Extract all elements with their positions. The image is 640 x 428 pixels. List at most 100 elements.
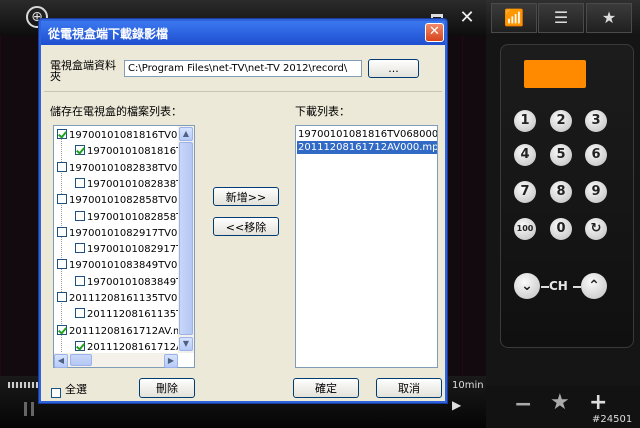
tree-item-checkbox[interactable] xyxy=(57,259,67,270)
browse-button[interactable]: ... xyxy=(368,59,419,78)
key-4[interactable]: 4 xyxy=(514,144,536,166)
tree-item[interactable]: 19700101083849TV018 xyxy=(57,259,190,272)
tree-hscroll-thumb[interactable] xyxy=(70,354,92,366)
tree-item-checkbox[interactable] xyxy=(57,129,67,139)
tree-item-checkbox[interactable] xyxy=(57,161,67,172)
tree-item-checkbox[interactable] xyxy=(75,210,85,221)
key-2[interactable]: 2 xyxy=(550,110,572,132)
tree-item-checkbox[interactable] xyxy=(75,177,85,188)
player-close-icon[interactable]: ✕ xyxy=(457,6,477,30)
path-field[interactable]: C:\Program Files\net-TV\net-TV 2012\reco… xyxy=(124,60,362,77)
tree-item-checkbox[interactable] xyxy=(75,243,85,254)
tree-item-label: 20111208161135TV xyxy=(87,309,190,321)
plus-button[interactable]: + xyxy=(589,390,607,415)
favorite-star-button[interactable]: ★ xyxy=(550,390,570,415)
tree-subitem[interactable]: 20111208161135TV xyxy=(75,308,189,321)
tree-item-label: 20111208161712AV.mp xyxy=(69,325,190,337)
tree-subitem[interactable]: 19700101082838TV xyxy=(75,177,190,191)
tree-item[interactable]: 19700101082917TV058 xyxy=(57,226,191,240)
tree-subitem[interactable]: 20111208161712AV xyxy=(75,340,190,354)
scroll-right-icon[interactable]: ▶ xyxy=(164,354,178,368)
tree-item-label: 19700101082858TV058 xyxy=(69,195,191,207)
key-0[interactable]: 0 xyxy=(550,218,572,240)
tree-item-checkbox[interactable] xyxy=(57,194,67,205)
remote-signal-icon: 📶 xyxy=(504,8,524,27)
separator xyxy=(44,91,442,92)
star-icon: ★ xyxy=(601,8,617,27)
tree-subitem[interactable]: 19700101081816TV xyxy=(75,145,189,158)
download-list-item[interactable]: 20111208161712AV000.mp4 xyxy=(297,141,437,154)
download-list[interactable]: 19700101081816TV068000.m 20111208161712AV… xyxy=(295,125,438,368)
key-3[interactable]: 3 xyxy=(585,110,607,132)
tree-item-checkbox[interactable] xyxy=(57,226,67,237)
delete-button[interactable]: 刪除 xyxy=(139,378,195,398)
tree-subitem[interactable]: 19700101082858TV xyxy=(75,210,190,224)
tree-item-label: 19700101083849TV018 xyxy=(69,260,191,272)
tree-item-checkbox[interactable] xyxy=(75,308,85,319)
dialog-close-button[interactable]: ✕ xyxy=(425,23,444,42)
key-1[interactable]: 1 xyxy=(514,110,536,132)
select-all-checkbox[interactable] xyxy=(51,388,61,398)
tree-item-label: 19700101082917TV058 xyxy=(69,227,191,239)
channel-up-button[interactable]: ⌃ xyxy=(581,273,607,299)
remove-button[interactable]: <<移除 xyxy=(213,217,279,236)
minus-button[interactable]: − xyxy=(514,392,532,417)
key-7[interactable]: 7 xyxy=(514,181,536,203)
add-button[interactable]: 新增>> xyxy=(213,187,279,206)
tree-item-label: 19700101083849TV xyxy=(87,276,190,288)
signal-strength-icon xyxy=(8,382,38,388)
ch-dash-right xyxy=(573,286,581,288)
tree-item-checkbox[interactable] xyxy=(57,292,67,302)
watermark: #24501 xyxy=(592,414,633,425)
tree-item-checkbox[interactable] xyxy=(75,340,85,351)
dialog-title: 從電視盒端下載錄影檔 xyxy=(48,27,169,41)
tree-item-label: 19700101081816TV068 xyxy=(69,130,191,141)
duration-label: 10min xyxy=(452,380,484,391)
tree-item[interactable]: 19700101082838TV058 xyxy=(57,161,191,175)
box-file-tree[interactable]: 19700101081816TV068 19700101081816TV 19700… xyxy=(53,125,195,368)
tree-item[interactable]: 20111208161135TV054 xyxy=(57,292,190,305)
tree-item-checkbox[interactable] xyxy=(57,324,67,335)
tree-subitem[interactable]: 19700101083849TV xyxy=(75,275,190,289)
box-file-list-label: 儲存在電視盒的檔案列表： xyxy=(50,105,182,118)
tree-item-label: 20111208161712AV xyxy=(87,341,190,353)
list-icon: ☰ xyxy=(553,8,569,27)
path-label: 電視盒端資料夾 xyxy=(50,59,116,83)
channel-label: CH xyxy=(549,279,568,293)
key-6[interactable]: 6 xyxy=(585,144,607,166)
scroll-left-icon[interactable]: ◀ xyxy=(54,354,68,368)
tree-item-label: 19700101082838TV058 xyxy=(69,162,191,174)
key-9[interactable]: 9 xyxy=(585,181,607,203)
key-5[interactable]: 5 xyxy=(550,144,572,166)
tree-item-label: 20111208161135TV054 xyxy=(69,293,191,304)
pause-icon[interactable] xyxy=(24,402,34,416)
ok-button[interactable]: 確定 xyxy=(293,378,359,398)
cancel-button[interactable]: 取消 xyxy=(376,378,442,398)
remote-tab-list[interactable]: ☰ xyxy=(538,3,584,33)
tree-item[interactable]: 19700101081816TV068 xyxy=(57,129,190,142)
tree-item-label: 19700101081816TV xyxy=(87,146,190,158)
remote-tab-signal[interactable]: 📶 xyxy=(491,3,537,33)
next-arrow-icon[interactable]: ▶ xyxy=(452,398,461,412)
tree-subitem[interactable]: 19700101082917TV xyxy=(75,243,189,256)
tree-item-label: 19700101082858TV xyxy=(87,211,190,223)
ch-dash-left xyxy=(541,286,549,288)
tree-item-checkbox[interactable] xyxy=(75,145,85,156)
download-list-item[interactable]: 19700101081816TV068000.m xyxy=(297,128,437,141)
scroll-down-icon[interactable]: ▼ xyxy=(179,337,193,351)
remote-tab-favorites[interactable]: ★ xyxy=(586,3,632,33)
tree-item[interactable]: 20111208161712AV.mp xyxy=(57,324,190,338)
download-list-label: 下載列表： xyxy=(295,105,350,118)
channel-display xyxy=(524,60,586,88)
tree-item-label: 19700101082838TV xyxy=(87,178,190,190)
tree-item-label: 19700101082917TV xyxy=(87,244,190,256)
scroll-up-icon[interactable]: ▲ xyxy=(179,127,193,141)
key-8[interactable]: 8 xyxy=(550,181,572,203)
tree-item[interactable]: 19700101082858TV058 xyxy=(57,194,190,207)
key-100[interactable]: 100 xyxy=(514,218,536,240)
tree-item-checkbox[interactable] xyxy=(75,275,85,286)
recall-icon[interactable]: ↻ xyxy=(585,218,607,240)
tree-scroll-thumb[interactable] xyxy=(179,142,193,335)
channel-down-button[interactable]: ⌄ xyxy=(514,273,540,299)
select-all-label: 全選 xyxy=(65,383,87,396)
